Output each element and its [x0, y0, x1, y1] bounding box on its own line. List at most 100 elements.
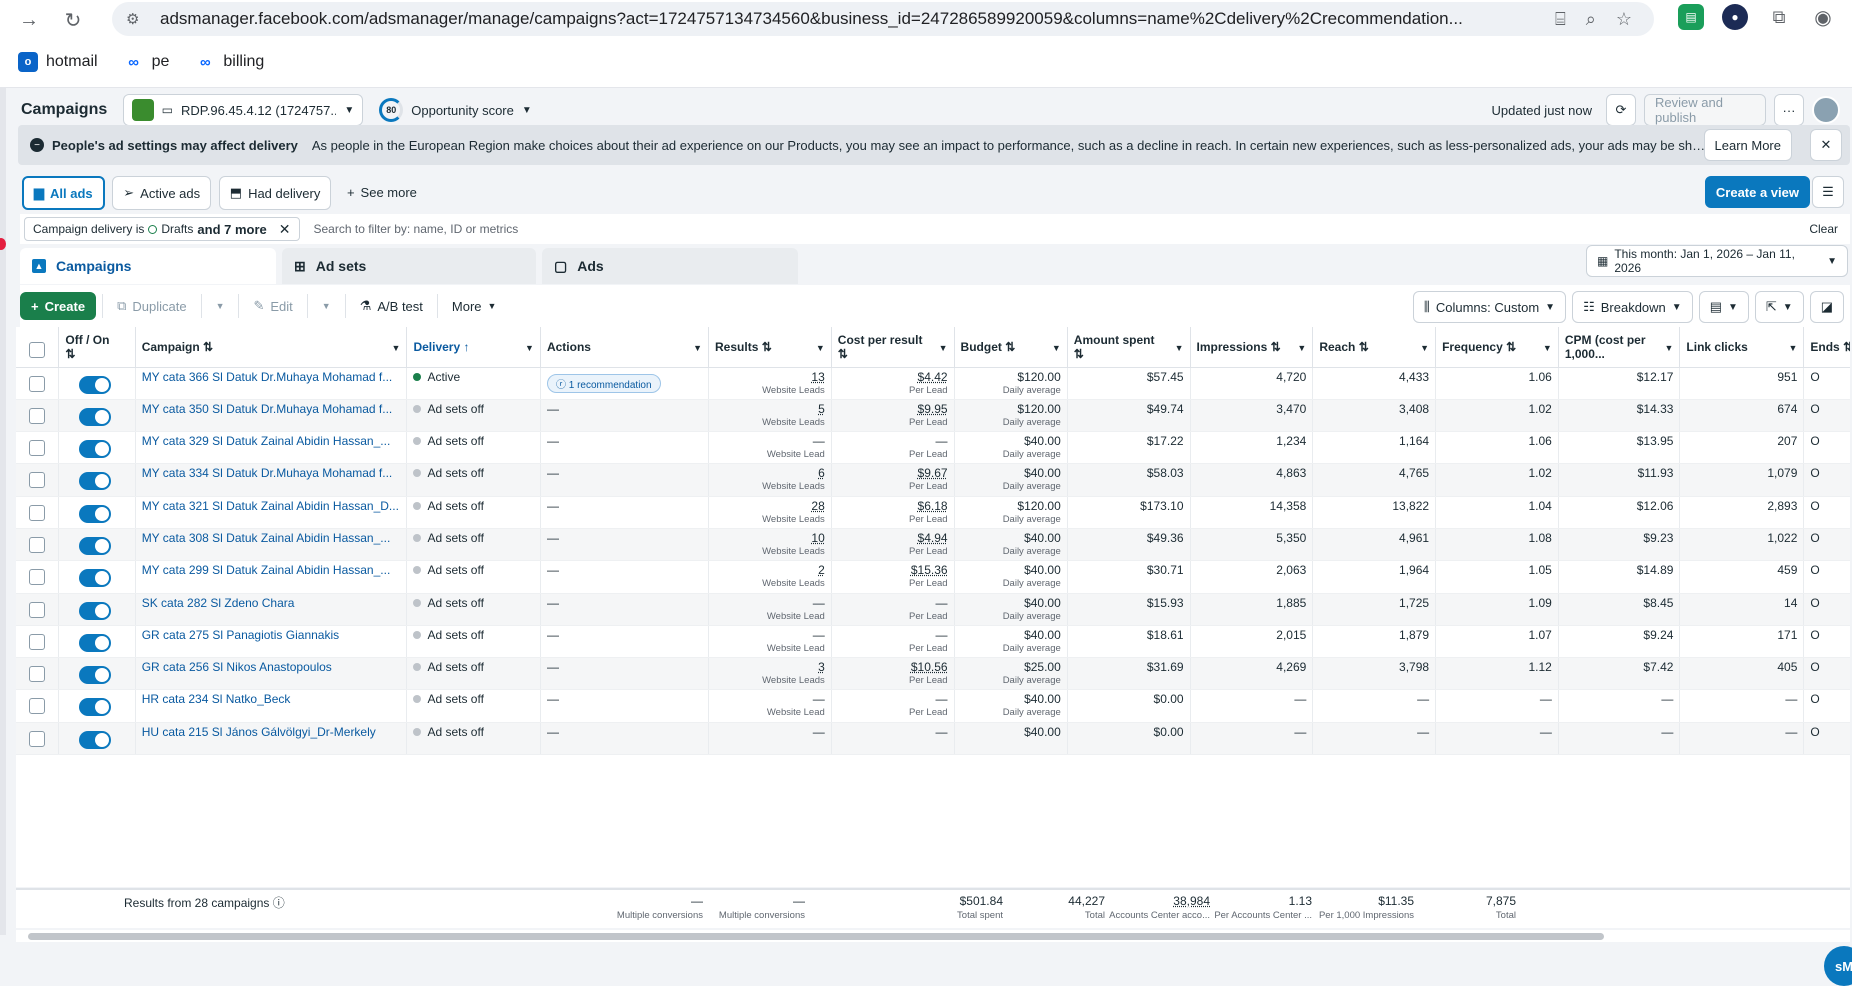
row-select-cell[interactable]: [16, 431, 60, 465]
row-toggle-cell[interactable]: [58, 463, 136, 497]
row-select-cell[interactable]: [16, 593, 60, 626]
row-checkbox[interactable]: [29, 536, 46, 553]
bookmark-star-icon[interactable]: ☆: [1616, 9, 1632, 30]
view-had-delivery[interactable]: ⬒ Had delivery: [218, 176, 332, 210]
col-amount-spent[interactable]: Amount spent ⇅ ▼: [1067, 327, 1191, 368]
row-checkbox[interactable]: [29, 666, 46, 683]
on-off-toggle[interactable]: [79, 440, 112, 459]
col-results[interactable]: Results ⇅ ▼: [708, 327, 832, 368]
col-frequency[interactable]: Frequency ⇅ ▼: [1435, 327, 1559, 368]
row-select-cell[interactable]: [16, 657, 60, 691]
chevron-down-icon[interactable]: ▼: [525, 341, 534, 355]
col-delivery[interactable]: Delivery ↑ ▼: [406, 327, 541, 368]
campaign-name-cell[interactable]: MY cata 308 Sl Datuk Zainal Abidin Hassa…: [135, 528, 408, 562]
table-row[interactable]: HR cata 234 Sl Natko_Beck Ad sets off — — We…: [16, 689, 1850, 723]
url-text[interactable]: adsmanager.facebook.com/adsmanager/manag…: [160, 9, 1480, 29]
more-actions-button[interactable]: More ▼: [444, 291, 505, 321]
col-link-clicks[interactable]: Link clicks ▼: [1679, 327, 1805, 368]
row-checkbox[interactable]: [29, 633, 46, 650]
row-checkbox[interactable]: [29, 730, 46, 747]
on-off-toggle[interactable]: [79, 472, 112, 491]
table-row[interactable]: MY cata 366 Sl Datuk Dr.Muhaya Mohamad f…: [16, 367, 1850, 400]
row-checkbox[interactable]: [29, 698, 46, 715]
campaign-name-cell[interactable]: GR cata 256 Sl Nikos Anastopoulos: [135, 657, 408, 691]
select-all-checkbox[interactable]: [29, 341, 46, 358]
site-info-icon[interactable]: ⚙: [126, 10, 146, 28]
chevron-down-icon[interactable]: ▼: [1297, 341, 1306, 355]
campaign-name-link[interactable]: HR cata 234 Sl Natko_Beck: [142, 692, 401, 706]
chevron-down-icon[interactable]: ▼: [1788, 341, 1797, 355]
chevron-down-icon[interactable]: ▼: [1665, 341, 1674, 355]
chevron-down-icon[interactable]: ▼: [939, 341, 948, 355]
bookmark-billing[interactable]: ∞ billing: [195, 52, 264, 72]
table-row[interactable]: MY cata 334 Sl Datuk Dr.Muhaya Mohamad f…: [16, 463, 1850, 497]
campaign-name-link[interactable]: HU cata 215 Sl János Gálvölgyi_Dr-Merkel…: [142, 725, 401, 739]
view-settings-button[interactable]: ☰: [1812, 176, 1844, 208]
on-off-toggle[interactable]: [79, 633, 112, 652]
row-checkbox[interactable]: [29, 569, 46, 586]
reload-icon[interactable]: ↻: [58, 5, 88, 35]
on-off-toggle[interactable]: [79, 407, 112, 426]
col-reach[interactable]: Reach ⇅ ▼: [1312, 327, 1437, 368]
col-actions[interactable]: Actions ▼: [540, 327, 710, 368]
learn-more-button[interactable]: Learn More: [1703, 129, 1792, 161]
col-off-on[interactable]: Off / On ⇅: [58, 327, 136, 368]
row-toggle-cell[interactable]: [58, 399, 136, 433]
campaign-name-link[interactable]: GR cata 275 Sl Panagiotis Giannakis: [142, 628, 401, 642]
row-toggle-cell[interactable]: [58, 528, 136, 562]
forward-icon[interactable]: →: [14, 5, 44, 35]
scrollbar-thumb[interactable]: [28, 933, 1604, 940]
row-checkbox[interactable]: [29, 440, 46, 457]
table-row[interactable]: MY cata 299 Sl Datuk Zainal Abidin Hassa…: [16, 560, 1850, 594]
view-all-ads[interactable]: ▆ All ads: [22, 176, 105, 210]
campaign-name-cell[interactable]: MY cata 299 Sl Datuk Zainal Abidin Hassa…: [135, 560, 408, 594]
campaign-name-link[interactable]: GR cata 256 Sl Nikos Anastopoulos: [142, 660, 401, 674]
campaign-name-cell[interactable]: MY cata 334 Sl Datuk Dr.Muhaya Mohamad f…: [135, 463, 408, 497]
select-all-cell[interactable]: [16, 327, 60, 368]
opportunity-score[interactable]: 80 Opportunity score ▼: [379, 98, 532, 122]
row-select-cell[interactable]: [16, 367, 60, 400]
row-select-cell[interactable]: [16, 625, 60, 659]
delivery-filter-chip[interactable]: Campaign delivery is Drafts and 7 more ✕: [24, 217, 300, 241]
tab-ad-sets[interactable]: ⊞ Ad sets: [282, 248, 536, 284]
table-row[interactable]: GR cata 275 Sl Panagiotis Giannakis Ad se…: [16, 625, 1850, 659]
edit-button[interactable]: ✎ Edit: [245, 291, 300, 321]
extension-avatar-icon[interactable]: ●: [1722, 4, 1748, 30]
bookmark-pe[interactable]: ∞ pe: [124, 52, 169, 72]
row-toggle-cell[interactable]: [58, 496, 136, 529]
close-banner-button[interactable]: ✕: [1810, 129, 1842, 161]
campaign-name-cell[interactable]: HU cata 215 Sl János Gálvölgyi_Dr-Merkel…: [135, 722, 408, 756]
see-more-views[interactable]: + See more: [347, 185, 417, 200]
duplicate-dropdown[interactable]: ▼: [208, 291, 233, 321]
campaign-name-cell[interactable]: MY cata 329 Sl Datuk Zainal Abidin Hassa…: [135, 431, 408, 465]
campaign-name-link[interactable]: MY cata 366 Sl Datuk Dr.Muhaya Mohamad f…: [142, 370, 401, 384]
row-select-cell[interactable]: [16, 463, 60, 497]
review-publish-button[interactable]: Review and publish: [1644, 94, 1766, 126]
chevron-down-icon[interactable]: ▼: [392, 341, 401, 355]
campaign-name-link[interactable]: MY cata 299 Sl Datuk Zainal Abidin Hassa…: [142, 563, 401, 577]
address-bar[interactable]: ⚙ adsmanager.facebook.com/adsmanager/man…: [112, 2, 1654, 36]
chevron-down-icon[interactable]: ▼: [816, 341, 825, 355]
col-cost-per-result[interactable]: Cost per result ⇅ ▼: [831, 327, 955, 368]
on-off-toggle[interactable]: [79, 698, 112, 717]
row-toggle-cell[interactable]: [58, 625, 136, 659]
campaign-name-cell[interactable]: SK cata 282 Sl Zdeno Chara: [135, 593, 408, 626]
extensions-puzzle-icon[interactable]: ⧉: [1766, 4, 1792, 30]
table-row[interactable]: GR cata 256 Sl Nikos Anastopoulos Ad sets…: [16, 657, 1850, 691]
on-off-toggle[interactable]: [79, 666, 112, 685]
row-toggle-cell[interactable]: [58, 560, 136, 594]
table-row[interactable]: MY cata 321 Sl Datuk Zainal Abidin Hassa…: [16, 496, 1850, 529]
campaign-name-cell[interactable]: MY cata 366 Sl Datuk Dr.Muhaya Mohamad f…: [135, 367, 408, 400]
table-row[interactable]: HU cata 215 Sl János Gálvölgyi_Dr-Merkel…: [16, 722, 1850, 756]
row-select-cell[interactable]: [16, 496, 60, 529]
campaign-name-link[interactable]: MY cata 350 Sl Datuk Dr.Muhaya Mohamad f…: [142, 402, 401, 416]
actions-cell[interactable]: ⓡ 1 recommendation: [540, 367, 710, 400]
campaign-name-cell[interactable]: MY cata 321 Sl Datuk Zainal Abidin Hassa…: [135, 496, 408, 529]
col-ends[interactable]: Ends ⇅: [1803, 327, 1850, 368]
row-checkbox[interactable]: [29, 601, 46, 618]
chevron-down-icon[interactable]: ▼: [693, 341, 702, 355]
date-range-picker[interactable]: ▦ This month: Jan 1, 2026 – Jan 11, 2026 ▼: [1586, 245, 1848, 277]
row-checkbox[interactable]: [29, 375, 46, 392]
row-toggle-cell[interactable]: [58, 367, 136, 400]
horizontal-scrollbar[interactable]: [16, 930, 1850, 942]
